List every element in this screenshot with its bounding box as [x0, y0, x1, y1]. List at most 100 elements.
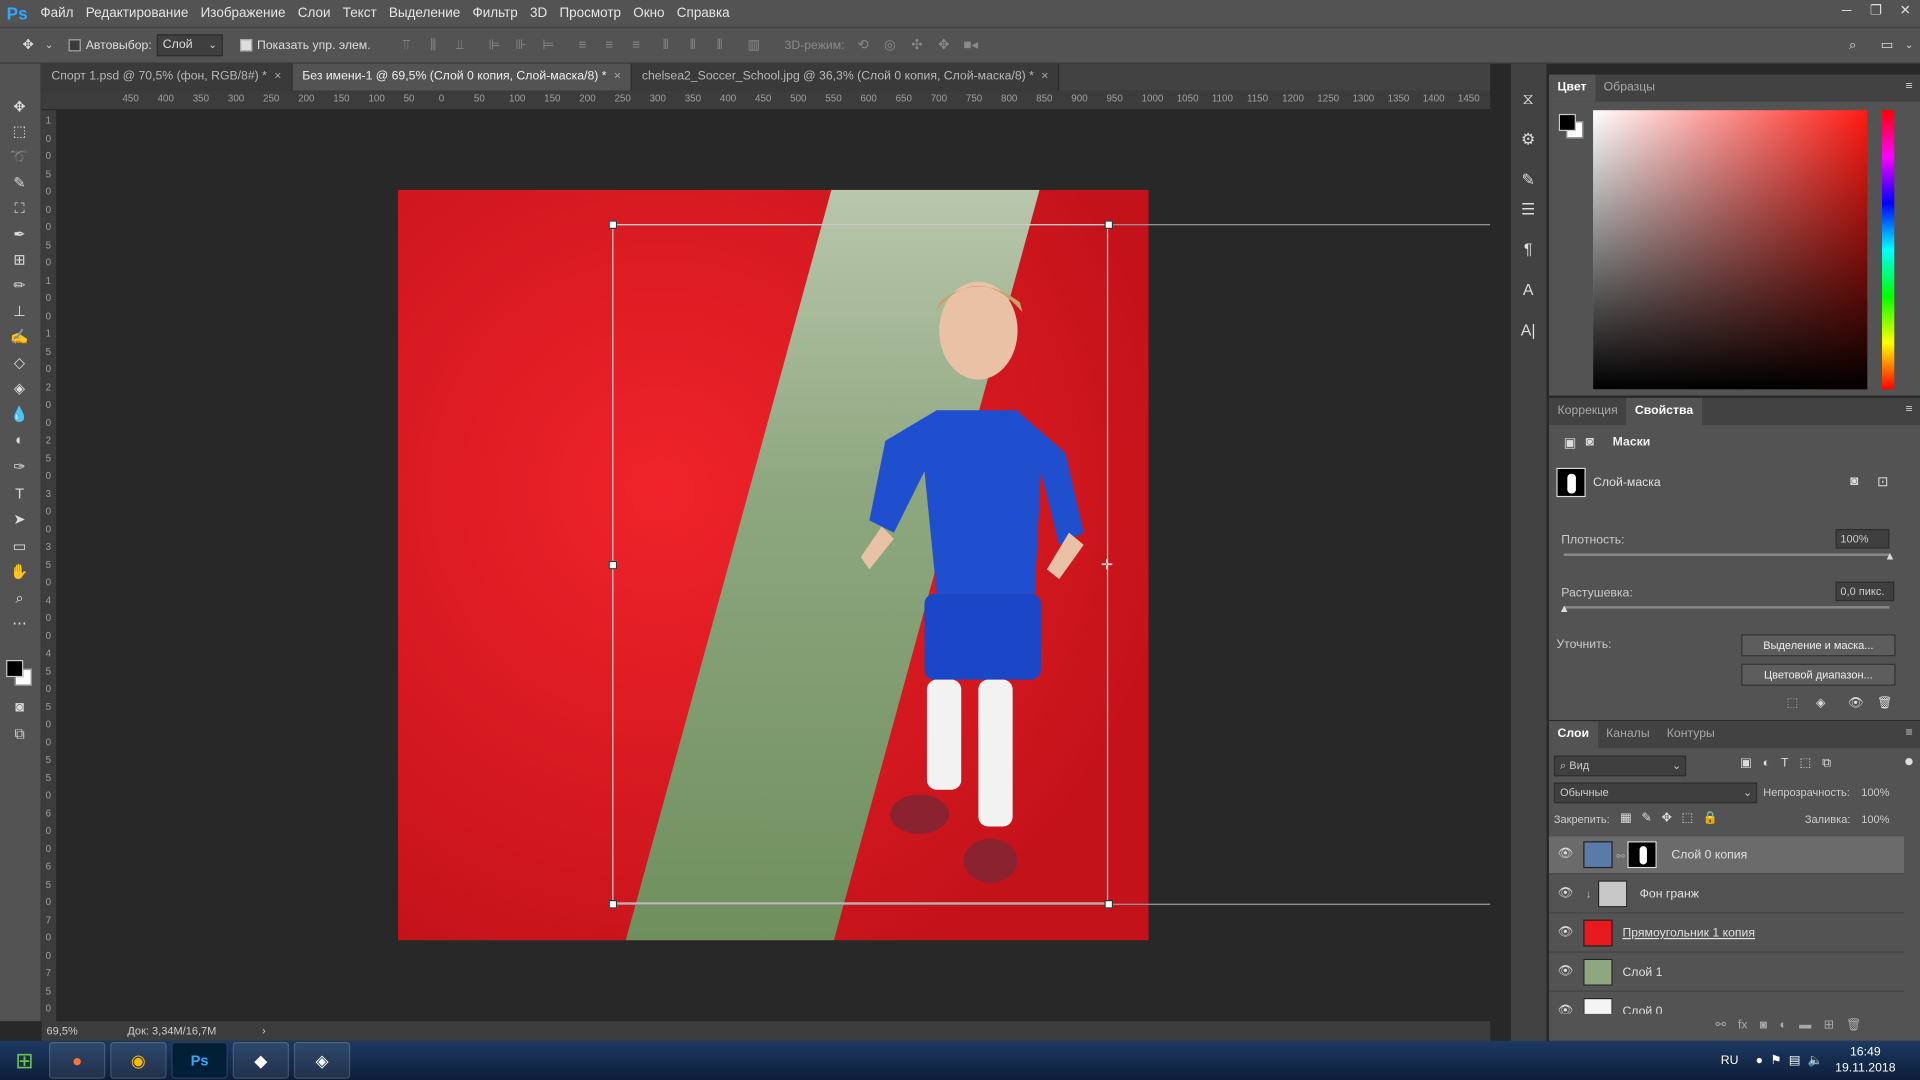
app-icon[interactable]: ◆	[232, 1042, 289, 1079]
properties-panel-icon[interactable]: ⚙	[1517, 129, 1539, 151]
start-button[interactable]: ⊞	[0, 1041, 49, 1080]
add-vector-mask-icon[interactable]: ⊡	[1877, 474, 1888, 490]
quick-mask-icon[interactable]: ◙	[6, 696, 33, 718]
panel-menu-icon[interactable]: ≡	[1905, 403, 1912, 416]
transform-box[interactable]	[612, 224, 1109, 904]
3d-orbit-icon[interactable]: ⟲	[852, 37, 874, 54]
menu-item[interactable]: Фильтр	[466, 0, 523, 27]
healing-tool-icon[interactable]: ⊞	[6, 249, 33, 271]
layers-panel-tab[interactable]: Каналы	[1598, 721, 1659, 748]
workspace-icon[interactable]: ▭	[1876, 37, 1898, 54]
layer-row[interactable]: 👁 ↓ Фон гранж	[1548, 876, 1905, 914]
opacity-field[interactable]: 100%	[1858, 782, 1909, 803]
density-field[interactable]: 100%	[1835, 528, 1890, 549]
lock-pixels-icon[interactable]: ✎	[1641, 812, 1651, 825]
tab-color[interactable]: Цвет	[1548, 74, 1596, 102]
transform-handle[interactable]	[608, 560, 618, 570]
document-tab[interactable]: chelsea2_Soccer_School.jpg @ 36,3% (Слой…	[632, 63, 1060, 91]
slider-thumb-icon[interactable]: ▲	[1559, 602, 1570, 614]
density-slider[interactable]	[1563, 553, 1890, 556]
align-vcenter-icon[interactable]: ⫼	[422, 37, 444, 54]
type-tool-icon[interactable]: T	[6, 482, 33, 504]
add-mask-icon[interactable]: ◙	[1760, 1019, 1767, 1032]
eye-icon[interactable]: 👁	[1848, 697, 1864, 710]
menu-item[interactable]: Файл	[34, 0, 79, 27]
apply-mask-icon[interactable]: ◈	[1816, 697, 1825, 710]
menu-item[interactable]: Изображение	[195, 0, 292, 27]
lock-transparent-icon[interactable]: ▦	[1620, 812, 1632, 825]
character-panel-icon[interactable]: A	[1517, 279, 1539, 301]
layers-panel-tab[interactable]: Контуры	[1658, 721, 1723, 748]
clock[interactable]: 16:49 19.11.2018	[1835, 1044, 1895, 1076]
tab-properties[interactable]: Свойства	[1626, 397, 1702, 425]
chevron-down-icon[interactable]: ⌄	[44, 37, 54, 54]
close-icon[interactable]: ×	[1041, 70, 1048, 83]
reference-point-icon[interactable]: ✛	[1101, 556, 1113, 573]
filter-smart-icon[interactable]: ⧉	[1822, 757, 1831, 770]
menu-item[interactable]: Выделение	[383, 0, 467, 27]
quick-select-tool-icon[interactable]: ✎	[6, 171, 33, 193]
tab-swatches[interactable]: Образцы	[1595, 75, 1664, 102]
slider-thumb-icon[interactable]: ▲	[1884, 550, 1895, 562]
lasso-tool-icon[interactable]: ➰	[6, 146, 33, 168]
feather-field[interactable]: 0,0 пикс.	[1835, 581, 1895, 602]
auto-align-icon[interactable]: ▥	[743, 37, 765, 54]
link-layers-icon[interactable]: ⚯	[1716, 1019, 1726, 1032]
distribute-right-icon[interactable]: ⦀	[709, 37, 731, 54]
filter-adjustment-icon[interactable]: ◐	[1763, 757, 1770, 770]
distribute-vcenter-icon[interactable]: ≡	[598, 37, 620, 54]
transform-handle[interactable]	[608, 220, 618, 229]
minimize-icon[interactable]: ─	[1832, 0, 1861, 27]
new-layer-icon[interactable]: ⊞	[1824, 1019, 1834, 1032]
close-icon[interactable]: ×	[614, 70, 621, 83]
move-tool-icon[interactable]: ✥	[6, 96, 33, 118]
canvas-area[interactable]: ✛	[56, 110, 1491, 1022]
menu-item[interactable]: Редактирование	[80, 0, 195, 27]
3d-scale-icon[interactable]: ■◂	[960, 37, 982, 54]
autoselect-checkbox[interactable]	[68, 39, 81, 52]
language-indicator[interactable]: RU	[1721, 1054, 1739, 1067]
layer-filter-select[interactable]: ⌕ Вид ⌄	[1553, 755, 1687, 777]
align-bottom-icon[interactable]: ⫫	[449, 37, 471, 54]
layer-row[interactable]: 👁 Слой 0	[1549, 993, 1904, 1014]
tab-adjustments[interactable]: Коррекция	[1549, 398, 1626, 425]
crop-tool-icon[interactable]: ⛶	[6, 197, 33, 219]
app-icon-2[interactable]: ◈	[293, 1042, 351, 1079]
pixel-mask-icon[interactable]: ▣	[1564, 435, 1577, 451]
eyedropper-tool-icon[interactable]: ✒	[6, 223, 33, 245]
brush-tool-icon[interactable]: ✏	[6, 274, 33, 296]
menu-item[interactable]: Текст	[337, 0, 383, 27]
screen-mode-icon[interactable]: ⧉	[6, 722, 33, 744]
align-top-icon[interactable]: ⫪	[395, 37, 417, 54]
transform-handle[interactable]	[608, 900, 618, 909]
layer-row[interactable]: 👁 Прямоугольник 1 копия	[1548, 915, 1905, 953]
3d-pan-icon[interactable]: ✣	[906, 37, 928, 54]
distribute-hcenter-icon[interactable]: ⦀	[682, 37, 704, 54]
more-tools-icon[interactable]: ⋯	[6, 612, 33, 634]
align-hcenter-icon[interactable]: ⊪	[510, 37, 532, 54]
filter-pixel-icon[interactable]: ▣	[1740, 757, 1752, 770]
move-tool-icon[interactable]: ✥	[17, 37, 39, 54]
path-select-tool-icon[interactable]: ➤	[6, 508, 33, 530]
volume-icon[interactable]: 🔈	[1808, 1054, 1823, 1067]
panel-menu-icon[interactable]: ≡	[1905, 726, 1912, 739]
chrome-icon[interactable]: ◉	[110, 1042, 167, 1079]
load-selection-icon[interactable]: ⬚	[1787, 697, 1799, 710]
filter-type-icon[interactable]: T	[1781, 757, 1788, 770]
chevron-down-icon[interactable]: ⌄	[1898, 37, 1920, 54]
autoselect-select[interactable]: Слой ⌄	[156, 34, 223, 57]
blur-tool-icon[interactable]: 💧	[6, 403, 33, 425]
zoom-tool-icon[interactable]: ⌕	[6, 587, 33, 609]
vector-mask-icon[interactable]: ◙	[1586, 435, 1594, 450]
fg-swatch[interactable]	[1558, 113, 1576, 132]
blend-mode-select[interactable]: Обычные ⌄	[1553, 782, 1758, 804]
new-adjustment-icon[interactable]: ◐	[1779, 1019, 1786, 1032]
filter-shape-icon[interactable]: ⬚	[1800, 757, 1812, 770]
layers-panel-tab[interactable]: Слои	[1548, 721, 1598, 749]
lock-position-icon[interactable]: ✥	[1661, 812, 1671, 825]
tray-icon[interactable]: ●	[1756, 1054, 1763, 1067]
eye-icon[interactable]: 👁	[1558, 847, 1574, 860]
transform-handle[interactable]	[1104, 220, 1114, 229]
layer-row[interactable]: 👁 Слой 1	[1548, 954, 1905, 992]
eye-icon[interactable]: 👁	[1558, 926, 1574, 939]
